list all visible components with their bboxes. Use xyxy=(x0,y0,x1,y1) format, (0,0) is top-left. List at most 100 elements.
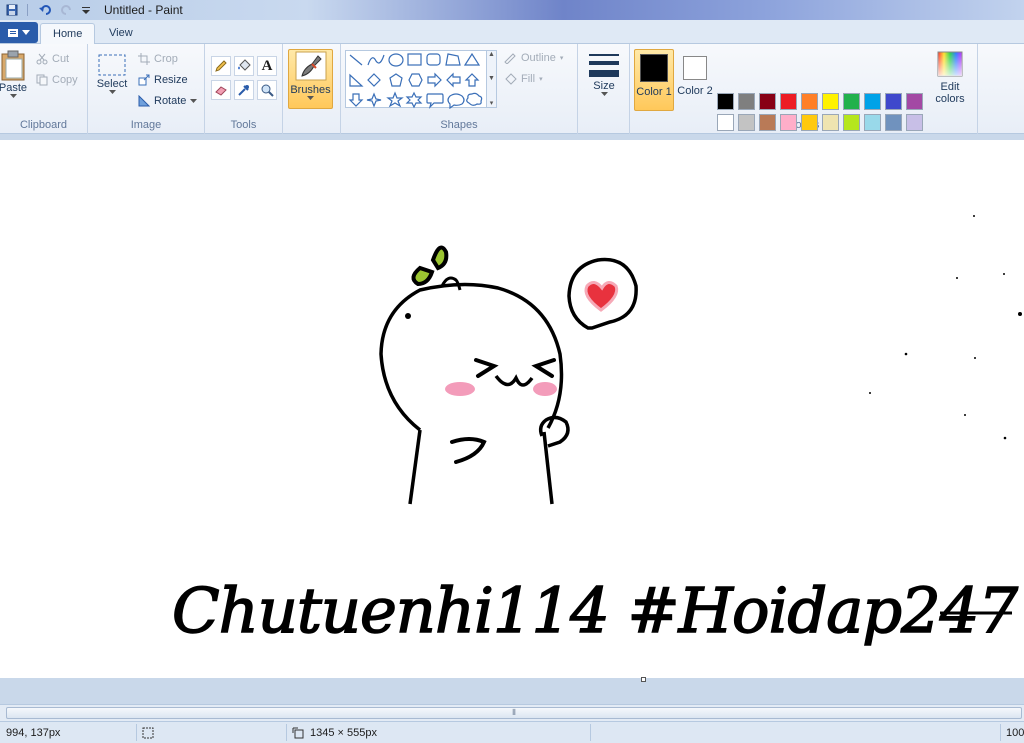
chevron-down-icon xyxy=(9,94,17,98)
size-button[interactable]: Size xyxy=(584,52,624,97)
scrollbar-thumb[interactable]: ⦀ xyxy=(6,707,1022,719)
shapes-scroll[interactable]: ▲ ▼ ▾ xyxy=(486,50,497,108)
canvas-area: Chutuenhi114 #Hoidap247 xyxy=(0,134,1024,704)
palette-swatch[interactable] xyxy=(864,114,881,131)
chevron-down-icon xyxy=(600,92,608,96)
tools-group-label: Tools xyxy=(230,119,257,131)
horizontal-scrollbar[interactable]: ⦀ xyxy=(0,704,1024,721)
rotate-label: Rotate xyxy=(154,95,187,107)
paste-label: Paste xyxy=(0,82,28,94)
zoom-level: 100 xyxy=(1006,727,1024,739)
magnifier-icon[interactable] xyxy=(257,80,277,100)
file-menu-icon xyxy=(8,28,18,37)
palette-swatch[interactable] xyxy=(780,114,797,131)
palette-swatch[interactable] xyxy=(738,114,755,131)
undo-icon[interactable] xyxy=(38,2,54,18)
file-menu-button[interactable] xyxy=(0,22,38,43)
canvas-resize-handle[interactable] xyxy=(641,677,646,682)
character-drawing xyxy=(379,282,570,505)
fill-bucket-icon[interactable] xyxy=(234,56,254,76)
chevron-down-icon: ▾ xyxy=(559,55,564,62)
color-picker-icon[interactable] xyxy=(234,80,254,100)
palette-swatch[interactable] xyxy=(717,114,734,131)
outline-button[interactable]: Outline ▾ xyxy=(503,52,563,64)
select-button[interactable]: Select xyxy=(94,52,130,95)
palette-swatch[interactable] xyxy=(801,114,818,131)
stray-marks xyxy=(869,215,1022,440)
palette-swatch[interactable] xyxy=(843,93,860,110)
triangle-shape-icon xyxy=(463,52,481,66)
crop-button[interactable]: Crop xyxy=(138,53,178,65)
rotate-button[interactable]: Rotate xyxy=(138,95,198,107)
status-divider xyxy=(1000,724,1001,741)
image-size-text: 1345 × 555px xyxy=(310,727,377,739)
color2-swatch xyxy=(683,56,707,80)
rotate-icon xyxy=(138,95,150,107)
drawing-canvas[interactable]: Chutuenhi114 #Hoidap247 xyxy=(0,140,1024,682)
paste-button[interactable]: Paste xyxy=(0,50,28,99)
tab-view[interactable]: View xyxy=(97,23,145,44)
resize-button[interactable]: Resize xyxy=(138,74,188,86)
line-shape-icon xyxy=(349,54,363,66)
palette-swatch[interactable] xyxy=(717,93,734,110)
palette-swatch[interactable] xyxy=(906,114,923,131)
outline-icon xyxy=(504,53,516,64)
crop-label: Crop xyxy=(154,53,178,65)
polygon-shape-icon xyxy=(445,53,461,66)
tools-group: A Tools xyxy=(205,44,283,134)
cut-button[interactable]: Cut xyxy=(36,53,69,65)
palette-swatch[interactable] xyxy=(759,93,776,110)
cursor-position-text: 994, 137px xyxy=(6,727,61,739)
cut-label: Cut xyxy=(52,53,70,65)
palette-swatch[interactable] xyxy=(801,93,818,110)
text-tool-icon[interactable]: A xyxy=(257,56,277,76)
tab-home[interactable]: Home xyxy=(40,23,96,44)
chevron-up-icon[interactable]: ▲ xyxy=(488,51,495,58)
palette-swatch[interactable] xyxy=(822,114,839,131)
palette-swatch[interactable] xyxy=(822,93,839,110)
palette-swatch[interactable] xyxy=(885,114,902,131)
image-size-icon xyxy=(292,727,304,739)
brushes-button[interactable]: Brushes xyxy=(288,49,333,109)
palette-swatch[interactable] xyxy=(738,93,755,110)
copy-button[interactable]: Copy xyxy=(36,74,78,86)
fill-button[interactable]: Fill ▾ xyxy=(503,73,543,85)
hexagon-shape-icon xyxy=(408,73,423,87)
color2-button[interactable]: Color 2 xyxy=(677,49,713,111)
pencil-icon[interactable] xyxy=(211,56,231,76)
chevron-down-icon xyxy=(108,90,116,94)
redo-icon[interactable] xyxy=(58,2,74,18)
pentagon-shape-icon xyxy=(389,73,403,87)
cursor-position: 994, 137px xyxy=(6,727,60,739)
zoom-level-text: 100 xyxy=(1006,727,1024,739)
status-divider xyxy=(286,724,287,741)
window-title: Untitled - Paint xyxy=(104,3,183,17)
down-arrow-shape-icon xyxy=(348,93,364,107)
color1-button[interactable]: Color 1 xyxy=(634,49,674,111)
palette-swatch[interactable] xyxy=(780,93,797,110)
edit-colors-button[interactable]: Edit colors xyxy=(931,50,969,105)
drawing: Chutuenhi114 #Hoidap247 xyxy=(171,215,1022,648)
palette-swatch[interactable] xyxy=(843,114,860,131)
color-wheel-icon xyxy=(937,51,963,77)
eraser-icon[interactable] xyxy=(211,80,231,100)
shapes-gallery[interactable] xyxy=(345,50,487,110)
ribbon: Paste Cut Copy Clipboard Select Crop Res… xyxy=(0,44,1024,152)
palette-swatch[interactable] xyxy=(864,93,881,110)
color1-label-wrap: Color 1 xyxy=(635,86,673,98)
save-icon[interactable] xyxy=(4,2,20,18)
chevron-down-icon xyxy=(22,29,30,35)
palette-swatch[interactable] xyxy=(906,93,923,110)
heart-bubble-drawing xyxy=(567,257,638,330)
palette-swatch[interactable] xyxy=(759,114,776,131)
line-size-icon xyxy=(589,54,619,77)
ribbon-tabs: Home View xyxy=(0,20,1024,44)
expand-gallery-icon[interactable]: ▾ xyxy=(490,99,494,107)
palette-swatch[interactable] xyxy=(885,93,902,110)
chevron-down-icon[interactable]: ▼ xyxy=(488,75,495,82)
brushes-label: Brushes xyxy=(290,84,331,96)
selection-size xyxy=(142,727,154,739)
customize-toolbar-icon[interactable] xyxy=(78,2,94,18)
outline-label: Outline xyxy=(521,52,556,64)
diamond-shape-icon xyxy=(367,73,381,87)
